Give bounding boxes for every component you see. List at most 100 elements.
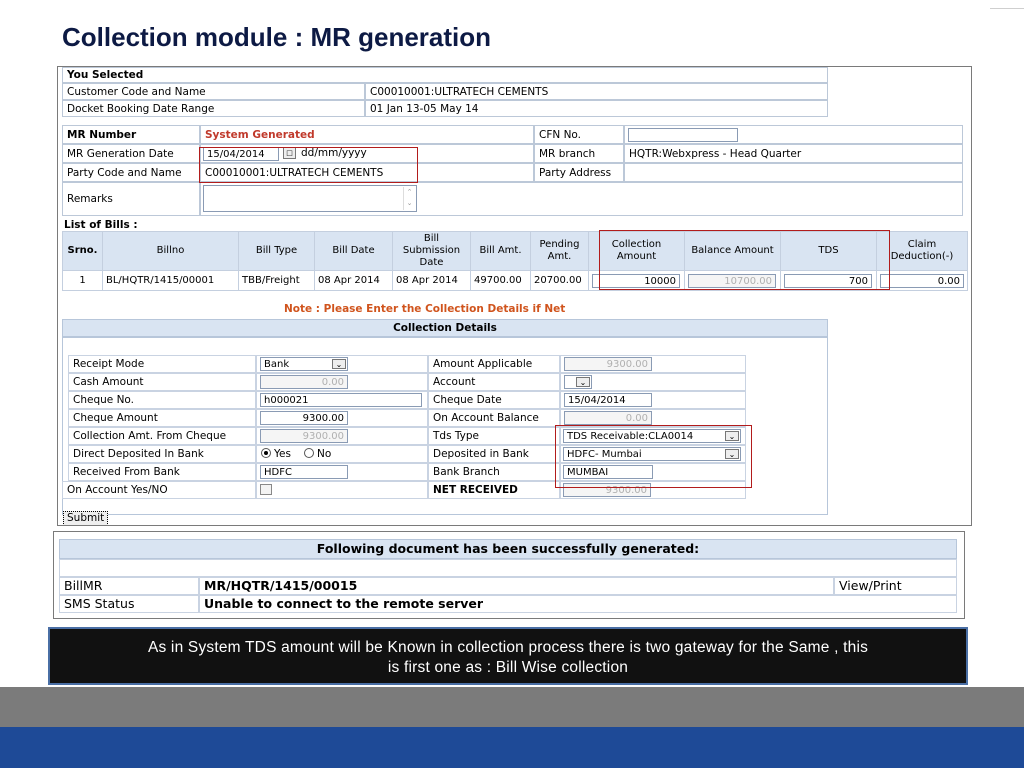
cheque-no-input[interactable]: h000021 bbox=[260, 393, 422, 407]
yes-radio[interactable] bbox=[261, 448, 271, 458]
mr-branch-value: HQTR:Webxpress - Head Quarter bbox=[624, 144, 963, 163]
cheque-amount-cell: 9300.00 bbox=[256, 409, 428, 427]
col-pending-amt: Pending Amt. bbox=[530, 231, 589, 271]
received-from-bank-cell: HDFC bbox=[256, 463, 428, 481]
col-claim-deduction: Claim Deduction(-) bbox=[876, 231, 968, 271]
claim-deduction-input[interactable]: 0.00 bbox=[880, 273, 964, 288]
mr-number-value: System Generated bbox=[200, 125, 534, 144]
highlight-tds-bank bbox=[555, 425, 752, 488]
amount-applicable-cell: 9300.00 bbox=[560, 355, 746, 373]
submit-button[interactable]: Submit bbox=[63, 511, 109, 525]
billmr-value: MR/HQTR/1415/00015 bbox=[199, 577, 834, 595]
cell-srno: 1 bbox=[62, 270, 103, 291]
col-billno: Billno bbox=[102, 231, 239, 271]
cheque-no-label: Cheque No. bbox=[68, 391, 256, 409]
cell-bill-amt: 49700.00 bbox=[470, 270, 531, 291]
highlight-date-party bbox=[199, 147, 418, 183]
cash-amount-label: Cash Amount bbox=[68, 373, 256, 391]
bank-branch-label: Bank Branch bbox=[428, 463, 560, 481]
receipt-mode-select[interactable]: Bank ⌄ bbox=[260, 357, 348, 371]
direct-deposit-label: Direct Deposited In Bank bbox=[68, 445, 256, 463]
cheque-date-cell: 15/04/2014 bbox=[560, 391, 746, 409]
receipt-mode-cell: Bank ⌄ bbox=[256, 355, 428, 373]
remarks-textarea[interactable]: ⌃ ⌄ bbox=[203, 185, 417, 212]
account-select[interactable]: ⌄ bbox=[564, 375, 592, 389]
account-label: Account bbox=[428, 373, 560, 391]
footer-blue-band bbox=[0, 727, 1024, 768]
remarks-cell: ⌃ ⌄ bbox=[200, 182, 963, 216]
yes-label: Yes bbox=[274, 448, 291, 460]
collection-note: Note : Please Enter the Collection Detai… bbox=[284, 303, 566, 315]
direct-deposit-cell: Yes No bbox=[256, 445, 428, 463]
col-bill-type: Bill Type bbox=[238, 231, 315, 271]
cheque-date-label: Cheque Date bbox=[428, 391, 560, 409]
highlight-collection-tds bbox=[599, 230, 890, 290]
list-of-bills-label: List of Bills : bbox=[64, 219, 138, 231]
receipt-mode-label: Receipt Mode bbox=[68, 355, 256, 373]
success-panel: Following document has been successfully… bbox=[53, 531, 965, 619]
view-print-link[interactable]: View/Print bbox=[834, 577, 957, 595]
customer-value: C00010001:ULTRATECH CEMENTS bbox=[365, 83, 828, 100]
deposited-in-bank-label: Deposited in Bank bbox=[428, 445, 560, 463]
sms-status-label: SMS Status bbox=[59, 595, 199, 613]
receipt-mode-value: Bank bbox=[264, 359, 290, 370]
received-from-bank-label: Received From Bank bbox=[68, 463, 256, 481]
mr-generation-form: You Selected Customer Code and Name C000… bbox=[57, 66, 972, 526]
net-received-label: NET RECEIVED bbox=[428, 481, 560, 499]
on-account-checkbox[interactable] bbox=[260, 484, 272, 495]
cfn-cell bbox=[624, 125, 963, 144]
cell-billno: BL/HQTR/1415/00001 bbox=[102, 270, 239, 291]
mr-gen-date-label: MR Generation Date bbox=[62, 144, 200, 163]
cheque-amount-label: Cheque Amount bbox=[68, 409, 256, 427]
docket-label: Docket Booking Date Range bbox=[62, 100, 365, 117]
col-bill-amt: Bill Amt. bbox=[470, 231, 531, 271]
amount-applicable-input: 9300.00 bbox=[564, 357, 652, 371]
remarks-label: Remarks bbox=[62, 182, 200, 216]
slide-title: Collection module : MR generation bbox=[62, 22, 492, 52]
caption-line-1: As in System TDS amount will be Known in… bbox=[147, 639, 869, 656]
no-radio[interactable] bbox=[304, 448, 314, 458]
decorative-line bbox=[990, 8, 1024, 9]
spacer-row bbox=[59, 559, 957, 577]
cheque-amount-input[interactable]: 9300.00 bbox=[260, 411, 348, 425]
slide-caption: As in System TDS amount will be Known in… bbox=[48, 627, 968, 685]
account-cell: ⌄ bbox=[560, 373, 746, 391]
on-account-label: On Account Yes/NO bbox=[62, 481, 256, 499]
footer-grey-band bbox=[0, 687, 1024, 727]
customer-label: Customer Code and Name bbox=[62, 83, 365, 100]
received-from-bank-input[interactable]: HDFC bbox=[260, 465, 348, 479]
billmr-label: BillMR bbox=[59, 577, 199, 595]
tds-type-label: Tds Type bbox=[428, 427, 560, 445]
success-message: Following document has been successfully… bbox=[59, 539, 957, 559]
collection-details-header: Collection Details bbox=[62, 319, 828, 337]
cfn-input[interactable] bbox=[628, 128, 738, 142]
cash-amount-input: 0.00 bbox=[260, 375, 348, 389]
radio-dot-icon bbox=[264, 451, 268, 455]
sms-status-value: Unable to connect to the remote server bbox=[199, 595, 957, 613]
you-selected-header: You Selected bbox=[62, 67, 828, 83]
chevron-down-icon: ⌄ bbox=[576, 377, 590, 387]
on-account-balance-label: On Account Balance bbox=[428, 409, 560, 427]
party-address-value bbox=[624, 163, 963, 182]
no-label: No bbox=[317, 448, 332, 460]
mr-branch-label: MR branch bbox=[534, 144, 624, 163]
party-label: Party Code and Name bbox=[62, 163, 200, 182]
coll-from-cheque-label: Collection Amt. From Cheque bbox=[68, 427, 256, 445]
caption-line-2: is first one as : Bill Wise collection bbox=[387, 659, 629, 676]
cell-bill-type: TBB/Freight bbox=[238, 270, 315, 291]
mr-number-label: MR Number bbox=[62, 125, 200, 144]
on-account-cell bbox=[256, 481, 428, 499]
cash-amount-cell: 0.00 bbox=[256, 373, 428, 391]
amount-applicable-label: Amount Applicable bbox=[428, 355, 560, 373]
cheque-no-cell: h000021 bbox=[256, 391, 428, 409]
col-bill-date: Bill Date bbox=[314, 231, 393, 271]
cfn-label: CFN No. bbox=[534, 125, 624, 144]
cell-pending-amt: 20700.00 bbox=[530, 270, 589, 291]
cell-bill-date: 08 Apr 2014 bbox=[314, 270, 393, 291]
chevron-down-icon: ⌄ bbox=[332, 359, 346, 369]
textarea-scroll-icon[interactable]: ⌃ ⌄ bbox=[403, 187, 415, 210]
docket-value: 01 Jan 13-05 May 14 bbox=[365, 100, 828, 117]
party-address-label: Party Address bbox=[534, 163, 624, 182]
cheque-date-input[interactable]: 15/04/2014 bbox=[564, 393, 652, 407]
col-srno: Srno. bbox=[62, 231, 103, 271]
